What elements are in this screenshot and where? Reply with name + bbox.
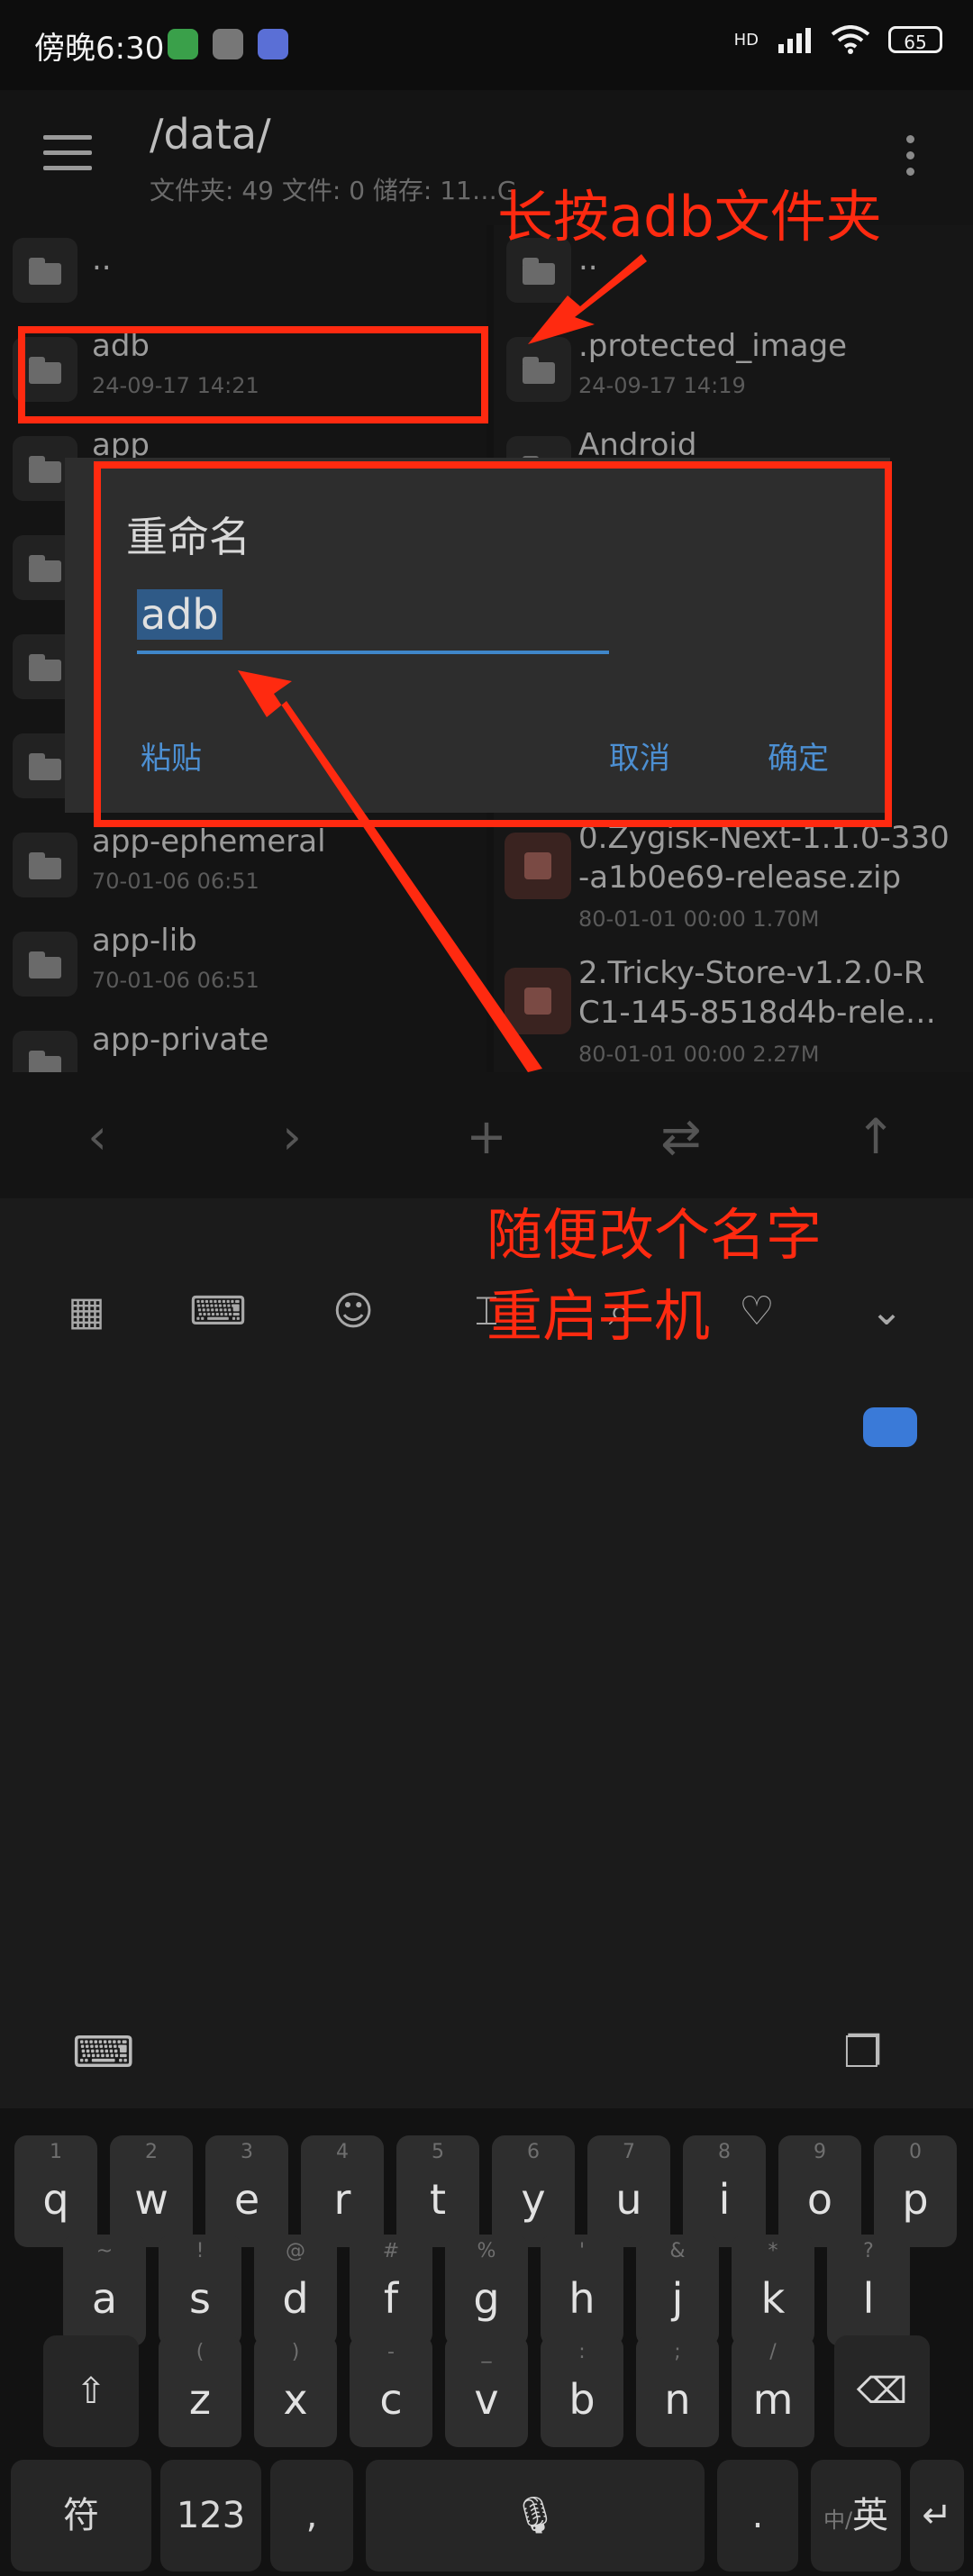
- key-hint: 1: [50, 2141, 62, 2163]
- key-hint: *: [768, 2240, 778, 2262]
- lang-zh-label: 中/: [823, 2508, 853, 2533]
- key-v[interactable]: _ v: [445, 2335, 528, 2447]
- key-label: f: [383, 2274, 399, 2323]
- key-l[interactable]: ? l: [827, 2235, 910, 2346]
- key-hint: ?: [863, 2240, 874, 2262]
- key-label: k: [760, 2274, 786, 2323]
- key-label: l: [862, 2274, 875, 2323]
- space-key[interactable]: 🎙: [366, 2460, 705, 2571]
- key-label: s: [189, 2274, 211, 2323]
- key-f[interactable]: # f: [350, 2235, 432, 2346]
- key-label: y: [521, 2175, 546, 2224]
- key-u[interactable]: 7u: [587, 2135, 670, 2247]
- key-hint: &: [669, 2240, 686, 2262]
- key-label: w: [134, 2175, 168, 2224]
- period-key[interactable]: .: [717, 2460, 798, 2571]
- key-hint: !: [196, 2240, 205, 2262]
- key-hint: ': [578, 2240, 586, 2262]
- symbols-key[interactable]: 符: [11, 2460, 151, 2571]
- key-hint: 4: [336, 2141, 349, 2163]
- key-i[interactable]: 8i: [683, 2135, 766, 2247]
- key-y[interactable]: 6y: [492, 2135, 575, 2247]
- key-label: j: [671, 2274, 684, 2323]
- key-label: g: [473, 2274, 500, 2323]
- key-p[interactable]: 0p: [874, 2135, 957, 2247]
- key-label: d: [282, 2274, 309, 2323]
- key-h[interactable]: ' h: [541, 2235, 623, 2346]
- key-m[interactable]: / m: [732, 2335, 814, 2447]
- arrow-to-adb: [528, 254, 647, 344]
- key-hint: 0: [909, 2141, 922, 2163]
- key-hint: %: [477, 2240, 496, 2262]
- key-label: n: [664, 2375, 691, 2424]
- lang-en-label: 英: [852, 2495, 889, 2536]
- key-hint: _: [481, 2341, 492, 2363]
- key-label: z: [188, 2375, 212, 2424]
- key-hint: 7: [623, 2141, 635, 2163]
- key-w[interactable]: 2w: [110, 2135, 193, 2247]
- key-hint: -: [387, 2341, 395, 2363]
- key-hint: :: [578, 2341, 586, 2363]
- backspace-key[interactable]: ⌫: [834, 2335, 930, 2447]
- key-hint: 6: [527, 2141, 540, 2163]
- key-hint: #: [382, 2240, 400, 2262]
- key-label: u: [615, 2175, 642, 2224]
- shift-key[interactable]: ⇧: [43, 2335, 139, 2447]
- key-a[interactable]: ~ a: [63, 2235, 146, 2346]
- key-hint: 3: [241, 2141, 253, 2163]
- key-d[interactable]: @ d: [254, 2235, 337, 2346]
- key-hint: 5: [432, 2141, 444, 2163]
- key-label: m: [752, 2375, 794, 2424]
- key-k[interactable]: * k: [732, 2235, 814, 2346]
- key-hint: @: [286, 2240, 305, 2262]
- key-x[interactable]: ) x: [254, 2335, 337, 2447]
- key-hint: 8: [718, 2141, 731, 2163]
- numbers-key[interactable]: 123: [160, 2460, 261, 2571]
- key-b[interactable]: :b: [541, 2335, 623, 2447]
- key-label: c: [379, 2375, 403, 2424]
- key-label: t: [429, 2175, 447, 2224]
- key-t[interactable]: 5t: [396, 2135, 479, 2247]
- key-n[interactable]: ; n: [636, 2335, 719, 2447]
- key-label: b: [568, 2375, 596, 2424]
- key-hint: 9: [814, 2141, 826, 2163]
- key-label: x: [283, 2375, 308, 2424]
- key-label: i: [718, 2175, 731, 2224]
- key-label: h: [568, 2274, 596, 2323]
- arrow-to-dialog: [238, 670, 542, 1072]
- key-label: v: [474, 2375, 499, 2424]
- language-switch-key[interactable]: 中/英: [811, 2460, 901, 2571]
- key-label: q: [42, 2175, 69, 2224]
- key-hint: 2: [145, 2141, 158, 2163]
- key-hint: ;: [674, 2341, 681, 2363]
- key-label: e: [233, 2175, 260, 2224]
- comma-key[interactable]: ,: [270, 2460, 353, 2571]
- key-hint: /: [769, 2341, 777, 2363]
- key-hint: ): [291, 2341, 300, 2363]
- key-label: r: [333, 2175, 351, 2224]
- key-c[interactable]: -c: [350, 2335, 432, 2447]
- key-e[interactable]: 3e: [205, 2135, 288, 2247]
- enter-key[interactable]: ↵: [910, 2460, 964, 2571]
- key-hint: (: [196, 2341, 205, 2363]
- key-j[interactable]: & j: [636, 2235, 719, 2346]
- key-o[interactable]: 9o: [778, 2135, 861, 2247]
- key-s[interactable]: ! s: [159, 2235, 241, 2346]
- key-g[interactable]: % g: [445, 2235, 528, 2346]
- key-r[interactable]: 4r: [301, 2135, 384, 2247]
- annotation-arrows: [238, 254, 647, 1072]
- key-label: o: [806, 2175, 833, 2224]
- key-label: p: [902, 2175, 929, 2224]
- key-hint: ~: [95, 2240, 114, 2262]
- key-label: a: [91, 2274, 118, 2323]
- key-z[interactable]: (z: [159, 2335, 241, 2447]
- key-q[interactable]: 1q: [14, 2135, 97, 2247]
